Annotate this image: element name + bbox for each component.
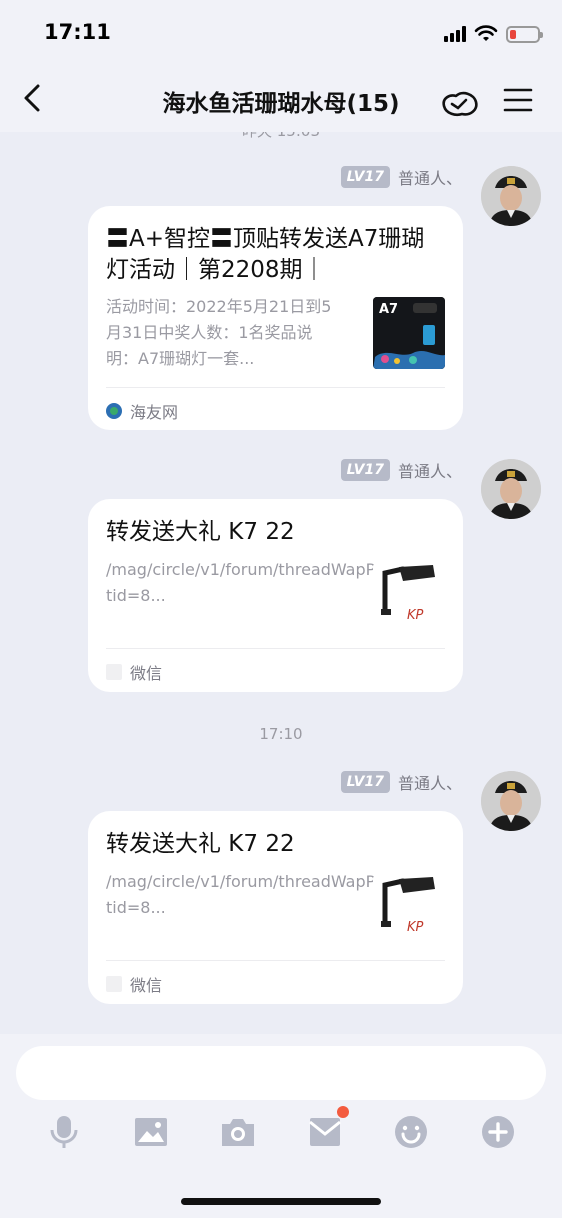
card-title: 转发送大礼 K7 22 (106, 831, 295, 857)
sender-name: 普通人、 (397, 774, 462, 793)
link-card[interactable]: 转发送大礼 K7 22 /mag/circle/v1/forum/threadW… (88, 811, 463, 1004)
menu-icon[interactable] (502, 84, 534, 116)
divider (106, 960, 445, 961)
avatar[interactable] (481, 166, 541, 226)
svg-text:KP: KP (407, 608, 424, 623)
card-source: 海友网 (106, 399, 178, 423)
card-source: 微信 (106, 660, 162, 684)
plus-icon[interactable] (480, 1114, 516, 1150)
chat-header: 海水鱼活珊瑚水母(15) (0, 68, 562, 132)
haiyou-logo-icon (106, 403, 122, 419)
red-envelope-icon[interactable] (307, 1114, 343, 1150)
group-mask-icon[interactable] (440, 84, 480, 120)
divider (106, 648, 445, 649)
signal-icon (444, 26, 466, 42)
thumb-text: A7 (379, 302, 398, 317)
divider (106, 387, 445, 388)
svg-text:KP: KP (407, 920, 424, 935)
level-badge: LV17 (340, 771, 390, 793)
level-badge: LV17 (340, 459, 390, 481)
card-source-label: 微信 (130, 976, 163, 995)
card-thumbnail: KP (373, 875, 445, 947)
sender-info: LV17 普通人、 (340, 770, 462, 794)
sender-name: 普通人、 (397, 462, 462, 481)
avatar-image (481, 459, 541, 519)
chat-list[interactable]: 昨天 15:03 LV17 普通人、 〓A+智控〓顶贴转发送A7珊瑚灯活动｜第2… (0, 132, 562, 1034)
back-icon[interactable] (18, 82, 50, 114)
wechat-icon (106, 976, 122, 992)
avatar[interactable] (481, 459, 541, 519)
card-title: 转发送大礼 K7 22 (106, 519, 295, 545)
input-bar (0, 1034, 562, 1218)
card-description: /mag/circle/v1/forum/threadWapPage?tid=8… (106, 872, 413, 917)
wechat-icon (106, 664, 122, 680)
avatar-image (481, 771, 541, 831)
card-source-label: 微信 (130, 664, 163, 683)
microphone-icon[interactable] (46, 1114, 82, 1150)
battery-icon (506, 25, 543, 43)
camera-icon[interactable] (220, 1114, 256, 1150)
link-card[interactable]: 〓A+智控〓顶贴转发送A7珊瑚灯活动｜第2208期｜ 活动时间：2022年5月2… (88, 206, 463, 430)
card-title: 〓A+智控〓顶贴转发送A7珊瑚灯活动｜第2208期｜ (106, 226, 425, 283)
card-thumbnail: A7 (373, 297, 445, 369)
time-label: 昨天 15:03 (0, 132, 562, 141)
link-card[interactable]: 转发送大礼 K7 22 /mag/circle/v1/forum/threadW… (88, 499, 463, 692)
status-time: 17:11 (44, 20, 111, 44)
emoji-icon[interactable] (393, 1114, 429, 1150)
card-description: 活动时间：2022年5月21日到5月31日中奖人数：1名奖品说明：A7珊瑚灯一套… (106, 297, 332, 368)
card-source-label: 海友网 (130, 403, 179, 422)
image-icon[interactable] (133, 1114, 169, 1150)
notification-dot (337, 1106, 349, 1118)
home-indicator[interactable] (181, 1198, 381, 1205)
level-badge: LV17 (340, 166, 390, 188)
card-thumbnail: KP (373, 563, 445, 635)
page-title: 海水鱼活珊瑚水母(15) (162, 91, 400, 117)
avatar-image (481, 166, 541, 226)
sender-name: 普通人、 (397, 169, 462, 188)
avatar[interactable] (481, 771, 541, 831)
card-source: 微信 (106, 972, 162, 996)
time-label: 17:10 (259, 725, 303, 743)
sender-info: LV17 普通人、 (340, 458, 462, 482)
message-input[interactable] (16, 1046, 546, 1100)
wifi-icon (474, 25, 498, 41)
sender-info: LV17 普通人、 (340, 165, 462, 189)
status-bar: 17:11 (0, 0, 562, 68)
status-icons (444, 24, 543, 44)
card-description: /mag/circle/v1/forum/threadWapPage?tid=8… (106, 560, 413, 605)
